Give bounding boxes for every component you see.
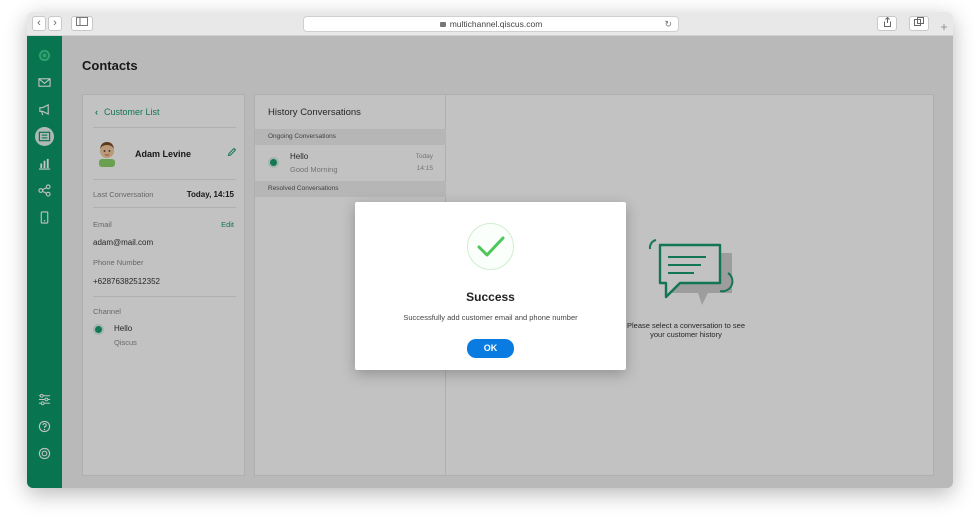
reload-icon[interactable]: ↻ [664,17,672,31]
new-tab-button[interactable]: + [937,20,951,34]
ok-button[interactable]: OK [467,339,514,358]
browser-titlebar: ‹ › multichannel.qiscus.com ↻ + [27,12,953,36]
back-button[interactable]: ‹ [32,16,46,31]
dialog-message: Successfully add customer email and phon… [403,313,578,322]
share-icon [883,16,891,27]
tabs-button[interactable] [909,16,929,31]
app-root: Contacts ‹ Customer List Adam Levine Las… [27,36,953,488]
success-check-icon [467,223,514,270]
url-text: multichannel.qiscus.com [449,19,543,29]
address-bar[interactable]: multichannel.qiscus.com ↻ [303,16,679,32]
sidebar-toggle-button[interactable] [71,16,93,31]
dialog-title: Success [466,290,515,304]
lock-icon [439,22,446,27]
share-button[interactable] [877,16,897,31]
tabs-icon [914,17,924,26]
sidebar-icon [76,17,88,26]
browser-window: ‹ › multichannel.qiscus.com ↻ + Contacts… [27,12,953,488]
forward-button[interactable]: › [48,16,62,31]
success-dialog: Success Successfully add customer email … [355,202,626,370]
